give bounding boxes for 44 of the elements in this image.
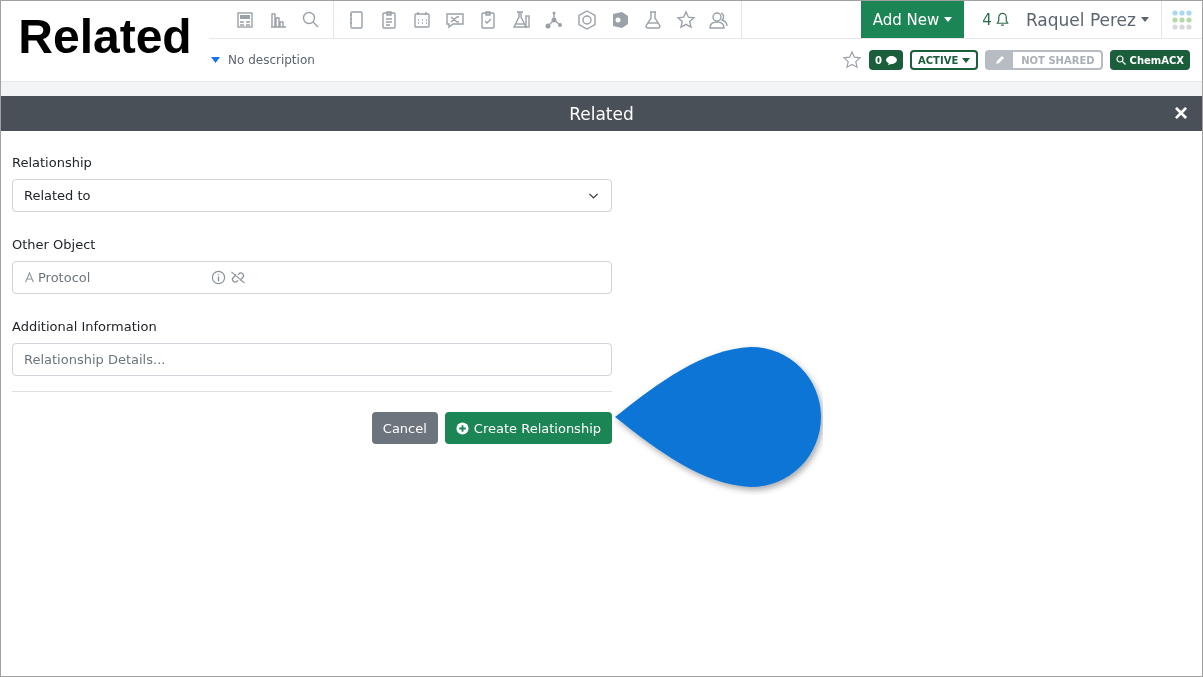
- comments-button[interactable]: 0: [869, 50, 903, 70]
- calendar-icon[interactable]: [412, 9, 432, 30]
- select-field[interactable]: Related to: [12, 179, 612, 212]
- field-label: Other Object: [12, 237, 97, 252]
- search-icon: [1115, 55, 1126, 65]
- caret-icon[interactable]: [211, 57, 220, 63]
- star-icon[interactable]: [842, 50, 863, 70]
- object-search-input[interactable]: Protocol: [38, 270, 208, 285]
- field-label: Relationship: [12, 155, 93, 170]
- description-text: No description: [228, 53, 315, 67]
- caret-icon: [962, 57, 971, 63]
- tag-icon[interactable]: [610, 9, 630, 30]
- layout-icon[interactable]: [235, 9, 255, 30]
- caret-icon: [1141, 17, 1149, 22]
- user-menu[interactable]: Raquel Perez: [1025, 9, 1136, 30]
- letter-a-icon: [24, 270, 35, 285]
- bell-icon[interactable]: [994, 12, 1010, 27]
- notification-count: 4: [982, 10, 992, 29]
- cancel-button[interactable]: Cancel: [371, 412, 438, 444]
- flask-icon[interactable]: [643, 9, 663, 30]
- status-dropdown[interactable]: ACTIVE: [910, 50, 979, 70]
- hexagon-icon[interactable]: [577, 9, 597, 30]
- clipboard-check-icon[interactable]: [478, 9, 498, 30]
- caret-icon: [944, 17, 953, 22]
- users-icon[interactable]: [709, 9, 729, 30]
- lookup-field[interactable]: Protocol: [12, 261, 612, 294]
- plus-circle-icon: [455, 421, 469, 435]
- add-new-button[interactable]: Add New: [860, 1, 965, 38]
- molecule-icon[interactable]: [544, 9, 564, 30]
- speech-bubble-icon: [886, 55, 897, 65]
- pencil-icon: [995, 55, 1006, 65]
- app-grid-icon[interactable]: [1172, 10, 1192, 30]
- flask-icon[interactable]: [511, 9, 531, 30]
- star-icon[interactable]: [676, 9, 696, 30]
- create-button[interactable]: Create Relationship: [444, 412, 612, 444]
- info-icon: [211, 270, 226, 285]
- chemacx-search-button[interactable]: ChemACX: [1109, 50, 1190, 70]
- modal-title: Related: [569, 103, 634, 124]
- search-icon[interactable]: [301, 9, 321, 30]
- unlink-icon: [229, 270, 247, 285]
- clipboard-icon[interactable]: [379, 9, 399, 30]
- field-label: Additional Information: [12, 319, 158, 334]
- close-button[interactable]: ×: [1172, 100, 1190, 126]
- text-field[interactable]: Relationship Details...: [12, 343, 612, 376]
